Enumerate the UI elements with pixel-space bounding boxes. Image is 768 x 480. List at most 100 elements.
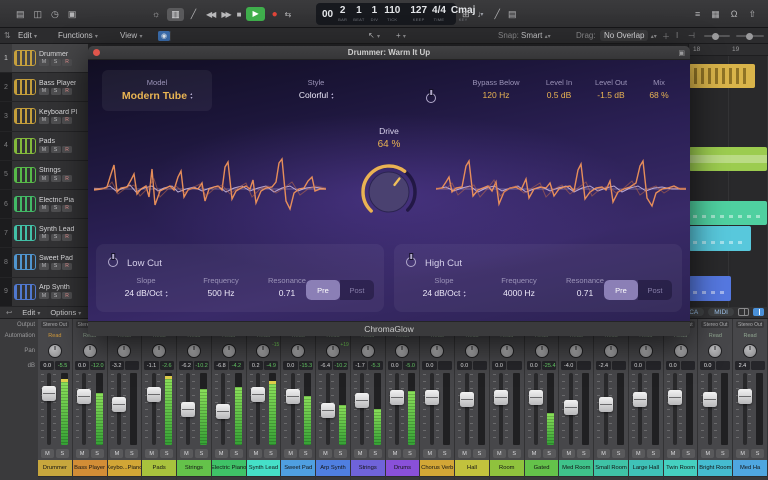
volume-db-value[interactable]: 0.0 (526, 361, 542, 370)
mute-button[interactable]: M (39, 146, 49, 154)
solo-button[interactable]: S (125, 449, 139, 458)
channel-name[interactable]: Strings (177, 460, 211, 476)
model-select[interactable]: Model Modern Tube ▴ ▾ (102, 70, 212, 111)
pan-knob[interactable] (117, 343, 132, 358)
pan-knob[interactable] (221, 343, 236, 358)
record-enable-button[interactable]: R (62, 262, 72, 270)
volume-fader[interactable] (702, 391, 717, 407)
automation-mode-select[interactable]: Read (48, 333, 61, 339)
mute-button[interactable]: M (492, 449, 506, 458)
level-out-control[interactable]: Level Out -1.5 dB (585, 78, 637, 100)
solo-button[interactable]: S (368, 449, 382, 458)
mute-button[interactable]: M (597, 449, 611, 458)
mute-button[interactable]: M (458, 449, 472, 458)
volume-fader[interactable] (737, 388, 752, 404)
volume-db-value[interactable]: -4.0 (561, 361, 576, 370)
solo-button[interactable]: S (299, 449, 313, 458)
track-header[interactable]: 5 Strings M S R (0, 160, 88, 190)
volume-fader[interactable] (563, 400, 578, 416)
bypass-power-icon[interactable] (426, 90, 436, 108)
solo-button[interactable]: S (50, 292, 61, 300)
menu-functions[interactable]: Functions ▾ (58, 31, 98, 40)
record-enable-button[interactable]: R (62, 116, 72, 124)
mute-button[interactable]: M (39, 87, 49, 95)
close-button[interactable] (93, 49, 100, 56)
solo-button[interactable]: S (264, 449, 278, 458)
high-cut-frequency[interactable]: Frequency 4000 Hz (486, 276, 552, 298)
solo-button[interactable]: S (333, 449, 347, 458)
command-tool-select[interactable]: + ▾ (396, 31, 406, 40)
pan-knob[interactable] (256, 343, 271, 358)
channel-name[interactable]: Drums (385, 460, 420, 476)
track-header[interactable]: 4 Pads M S R (0, 131, 88, 161)
pointer-tool-select[interactable]: ↖ ▾ (368, 31, 380, 40)
volume-fader[interactable] (494, 390, 509, 406)
pan-knob[interactable] (186, 343, 201, 358)
mute-button[interactable]: M (527, 449, 541, 458)
horizontal-zoom-slider[interactable] (736, 32, 764, 40)
solo-button[interactable]: S (55, 449, 69, 458)
pan-knob[interactable] (47, 343, 62, 358)
mute-button[interactable]: M (75, 449, 89, 458)
solo-button[interactable]: S (160, 449, 174, 458)
style-select[interactable]: Style Colorful ▴ ▾ (276, 78, 356, 100)
snap-select[interactable]: Smart ▴▾ (521, 31, 551, 40)
midi-region[interactable] (689, 64, 755, 88)
bypass-below-control[interactable]: Bypass Below 120 Hz (459, 78, 533, 100)
volume-fader[interactable] (146, 387, 161, 403)
volume-fader[interactable] (633, 391, 648, 407)
plugin-titlebar[interactable]: Drummer: Warm It Up ▣ (88, 46, 690, 60)
pan-knob[interactable] (291, 343, 306, 358)
channel-name[interactable]: Med Room (559, 460, 594, 476)
level-in-control[interactable]: Level In 0.5 dB (535, 78, 583, 100)
channel-name[interactable]: Sweet Pad (281, 460, 316, 476)
automation-mode-select[interactable]: Read (709, 333, 722, 339)
solo-button[interactable]: S (50, 233, 61, 241)
track-header[interactable]: 9 Arp Synth M S R (0, 277, 88, 307)
lcd-display[interactable]: 00 2 BAR 1 BEAT 1 DIV 110 TICK 127 KEEP … (316, 3, 483, 25)
solo-button[interactable]: S (403, 449, 417, 458)
pan-knob[interactable] (152, 343, 167, 358)
pan-knob[interactable] (82, 343, 97, 358)
record-enable-button[interactable]: R (62, 233, 72, 241)
mute-button[interactable]: M (701, 449, 715, 458)
volume-db-value[interactable]: -1.7 (352, 361, 368, 370)
channel-name[interactable]: Bass Player (72, 460, 107, 476)
volume-fader[interactable] (355, 392, 370, 408)
lcd-tempo[interactable]: 127 KEEP (410, 6, 427, 22)
volume-db-value[interactable]: 0.0 (491, 361, 507, 370)
solo-button[interactable]: S (50, 146, 61, 154)
record-enable-button[interactable]: R (62, 204, 72, 212)
channel-name[interactable]: Small Room (594, 460, 628, 476)
pan-knob[interactable] (673, 343, 688, 358)
volume-db-value[interactable]: -6.2 (179, 361, 194, 370)
high-cut-power-icon[interactable] (406, 254, 416, 272)
record-enable-button[interactable]: R (62, 175, 72, 183)
track-header[interactable]: 8 Sweet Pad M S R (0, 248, 88, 278)
mute-button[interactable]: M (666, 449, 680, 458)
channel-name[interactable]: Arp Synth (316, 460, 350, 476)
volume-fader[interactable] (111, 396, 126, 412)
volume-db-value[interactable]: -2.4 (596, 361, 611, 370)
mixer-menu-edit[interactable]: Edit ▾ (22, 308, 40, 317)
volume-db-value[interactable]: 0.0 (700, 361, 715, 370)
volume-fader[interactable] (181, 401, 196, 417)
low-cut-frequency[interactable]: Frequency 500 Hz (188, 276, 254, 298)
post-button[interactable]: Post (638, 280, 672, 300)
single-pane-icon[interactable] (738, 308, 749, 316)
channel-name[interactable]: Med Ha (733, 460, 767, 476)
lcd-time-signature[interactable]: 4/4 TIME (432, 6, 446, 22)
volume-db-value[interactable]: 0.0 (422, 361, 437, 370)
channel-name[interactable]: Strings (350, 460, 385, 476)
pan-knob[interactable] (325, 343, 340, 358)
solo-button[interactable]: S (50, 87, 61, 95)
solo-button[interactable]: S (681, 449, 695, 458)
solo-button[interactable]: S (194, 449, 208, 458)
midi-region[interactable] (689, 226, 751, 251)
catch-playhead-icon[interactable]: ⊣ (688, 31, 695, 40)
midi-region[interactable] (689, 147, 767, 171)
solo-button[interactable]: S (751, 449, 765, 458)
volume-fader[interactable] (320, 402, 335, 418)
volume-fader[interactable] (390, 390, 405, 406)
volume-db-value[interactable]: -1.1 (144, 361, 159, 370)
